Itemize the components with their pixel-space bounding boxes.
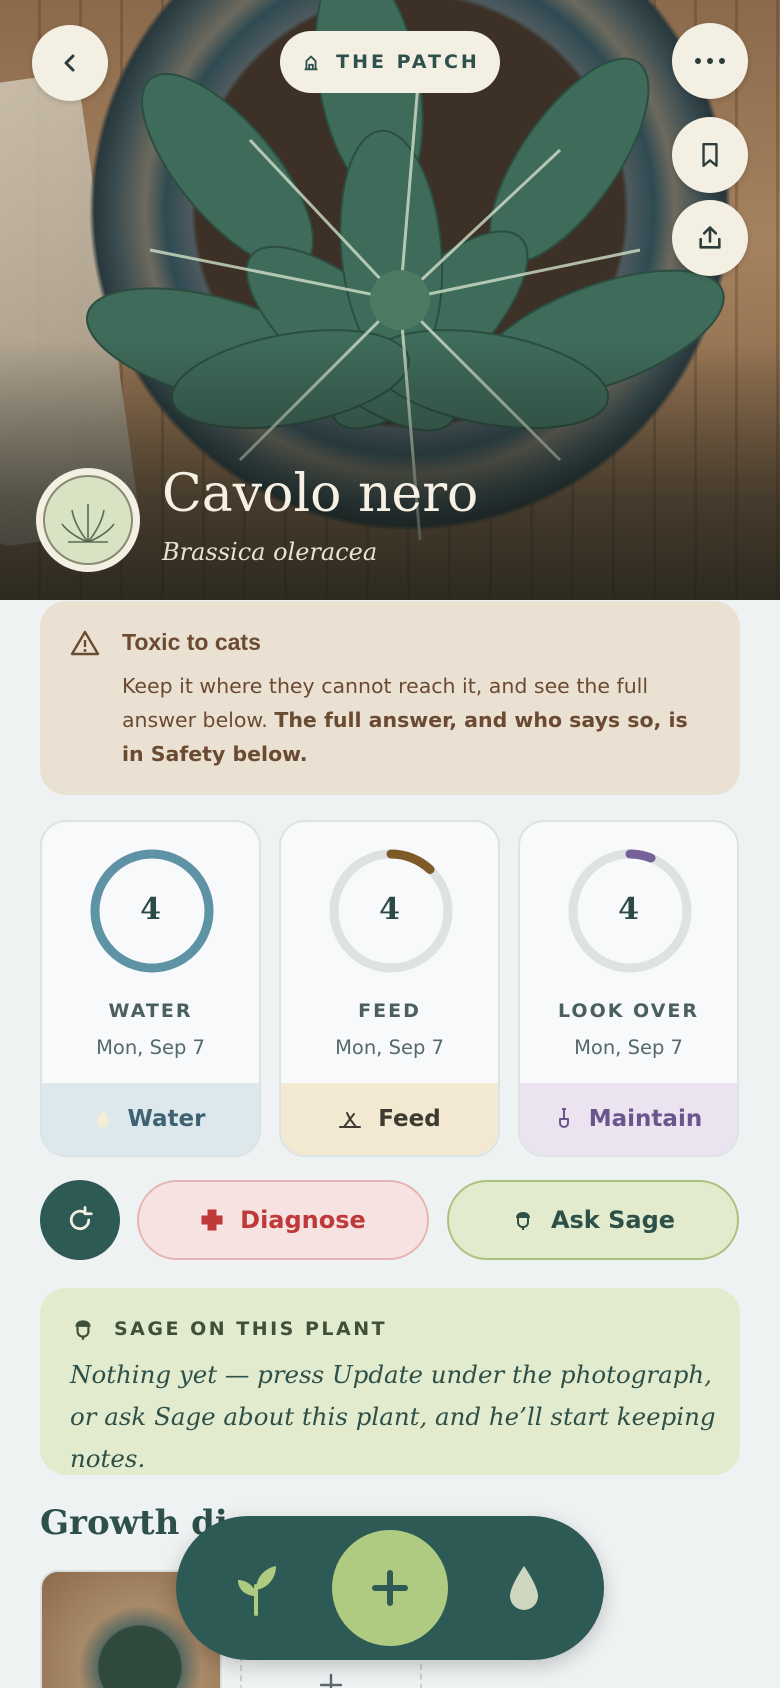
add-button[interactable] [332, 1530, 448, 1646]
feed-date: Mon, Sep 7 [335, 1036, 444, 1059]
back-icon [64, 54, 75, 72]
refresh-icon [69, 1206, 93, 1230]
sage-text: Nothing yet — press Update under the pho… [70, 1360, 716, 1473]
bottom-navigation [176, 1516, 604, 1660]
feed-button-label: Feed [378, 1106, 441, 1132]
sage-heading: SAGE ON THIS PLANT [114, 1318, 388, 1340]
drop-icon [97, 1110, 110, 1128]
garden-label: THE PATCH [336, 51, 480, 73]
diagnose-button[interactable]: Diagnose [137, 1180, 429, 1260]
plant-latin-name: Brassica oleracea [162, 538, 378, 566]
bookmark-icon [702, 143, 718, 167]
nav-plants[interactable] [234, 1560, 278, 1620]
nav-water[interactable] [506, 1564, 542, 1616]
share-icon [699, 226, 721, 249]
garden-pill[interactable]: THE PATCH [280, 31, 500, 93]
water-label: WATER [108, 1000, 193, 1022]
water-days: 4 [140, 892, 161, 927]
more-icon [695, 58, 725, 64]
water-date: Mon, Sep 7 [96, 1036, 205, 1059]
trowel-icon [558, 1108, 569, 1128]
look-over-days: 4 [618, 892, 639, 927]
sprout-icon [238, 1566, 276, 1616]
look-over-date: Mon, Sep 7 [574, 1036, 683, 1059]
more-button[interactable] [672, 23, 748, 99]
ask-sage-label: Ask Sage [550, 1206, 676, 1234]
plus-icon [372, 1570, 408, 1606]
plant-common-name: Cavolo nero [162, 464, 479, 524]
maintain-button-label: Maintain [588, 1106, 703, 1132]
water-button-label: Water [127, 1106, 206, 1132]
ask-sage-button[interactable]: Ask Sage [447, 1180, 739, 1260]
plant-illustration-icon [61, 504, 115, 543]
water-button[interactable]: Water [42, 1083, 259, 1155]
bookmark-button[interactable] [672, 117, 748, 193]
feed-days: 4 [379, 892, 400, 927]
maintain-button[interactable]: Maintain [520, 1083, 737, 1155]
feed-button[interactable]: Feed [281, 1083, 498, 1155]
warning-body: Keep it where they cannot reach it, and … [122, 669, 712, 771]
plus-icon [319, 1673, 343, 1688]
sage-icon [75, 1320, 91, 1340]
house-icon [304, 55, 318, 71]
warning-title: Toxic to cats [122, 629, 261, 655]
feed-schedule-card[interactable]: 4 FEED Mon, Sep 7 Feed [279, 820, 500, 1157]
sage-icon [515, 1212, 530, 1230]
water-schedule-card[interactable]: 4 WATER Mon, Sep 7 Water [40, 820, 261, 1157]
toxicity-warning: Toxic to cats Keep it where they cannot … [40, 601, 740, 795]
fork-icon [339, 1112, 362, 1128]
feed-label: FEED [358, 1000, 421, 1022]
cross-icon [201, 1209, 223, 1231]
share-button[interactable] [672, 200, 748, 276]
plant-avatar[interactable] [36, 468, 140, 572]
sage-notes-card: SAGE ON THIS PLANT Nothing yet — press U… [40, 1288, 740, 1475]
look-over-label: LOOK OVER [557, 1000, 700, 1022]
drop-icon [510, 1566, 538, 1610]
diagnose-label: Diagnose [240, 1206, 366, 1234]
back-button[interactable] [32, 25, 108, 101]
look-over-schedule-card[interactable]: 4 LOOK OVER Mon, Sep 7 Maintain [518, 820, 739, 1157]
warning-icon [70, 630, 100, 656]
update-button[interactable] [40, 1180, 120, 1260]
